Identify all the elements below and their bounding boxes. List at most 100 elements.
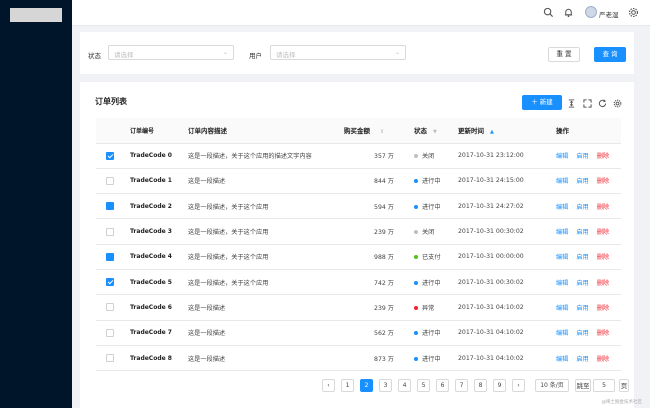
row-actions: 编辑 启用 删除 (538, 269, 621, 296)
order-time: 2017-10-31 04:10:02 (452, 294, 538, 321)
jump-label: 跳至 (575, 379, 591, 392)
status-dot (414, 230, 418, 235)
filter-icon[interactable]: ▼ (433, 129, 437, 135)
page-button-6[interactable]: 6 (436, 379, 449, 392)
enable-link[interactable]: 启用 (576, 356, 588, 363)
bell-icon[interactable] (563, 7, 574, 18)
page-button-8[interactable]: 8 (474, 379, 487, 392)
column-header-status[interactable]: 状态 ▼ (406, 118, 452, 144)
delete-link[interactable]: 删除 (597, 229, 609, 236)
delete-link[interactable]: 删除 (597, 254, 609, 261)
page-size-select[interactable]: 10 条/页 (535, 379, 569, 392)
table-body: TradeCode 0 这是一段描述，关于这个应用的描述文字内容 357 万关闭 20… (96, 143, 621, 372)
next-page-button[interactable]: › (512, 379, 525, 392)
edit-link[interactable]: 编辑 (556, 153, 568, 160)
status-text: 关闭 (422, 153, 435, 161)
delete-link[interactable]: 删除 (597, 305, 609, 312)
reset-button[interactable]: 重 置 (548, 47, 580, 62)
status-filter-label: 状态 (88, 52, 101, 60)
page-button-9[interactable]: 9 (493, 379, 506, 392)
logo[interactable] (10, 8, 62, 22)
sort-icon[interactable]: ⇕ (380, 129, 384, 135)
order-code: TradeCode 5 (130, 269, 188, 296)
row-checkbox[interactable] (106, 151, 114, 160)
query-button[interactable]: 查 询 (594, 47, 626, 62)
row-actions: 编辑 启用 删除 (538, 294, 621, 321)
page-button-4[interactable]: 4 (398, 379, 411, 392)
order-status: 异常 (406, 294, 452, 321)
table-header-row: 订单编号 订单内容描述 购买金额 ⇕ 状态 ▼ 更新时间 ▲ 操作 (96, 118, 621, 144)
order-time: 2017-10-31 00:30:02 (452, 269, 538, 296)
search-icon[interactable] (543, 7, 554, 18)
user-select[interactable]: 请选择 ⌄ (270, 45, 406, 60)
order-status: 进行中 (406, 168, 452, 195)
user-name[interactable]: 严老湿 (599, 9, 619, 19)
delete-link[interactable]: 删除 (597, 330, 609, 337)
page-button-1[interactable]: 1 (341, 379, 354, 392)
enable-link[interactable]: 启用 (576, 254, 588, 261)
user-avatar[interactable] (585, 6, 597, 18)
row-checkbox[interactable] (106, 354, 114, 363)
edit-link[interactable]: 编辑 (556, 330, 568, 337)
row-checkbox[interactable] (106, 303, 114, 312)
delete-link[interactable]: 删除 (597, 356, 609, 363)
column-settings-icon[interactable] (613, 99, 622, 108)
edit-link[interactable]: 编辑 (556, 254, 568, 261)
row-checkbox[interactable] (106, 227, 114, 236)
status-text: 关闭 (422, 229, 435, 237)
row-actions: 编辑 启用 删除 (538, 193, 621, 220)
order-code: TradeCode 7 (130, 320, 188, 346)
row-checkbox[interactable] (106, 328, 114, 337)
edit-link[interactable]: 编辑 (556, 305, 568, 312)
edit-link[interactable]: 编辑 (556, 204, 568, 211)
enable-link[interactable]: 启用 (576, 305, 588, 312)
reload-icon[interactable] (598, 99, 607, 108)
enable-link[interactable]: 启用 (576, 229, 588, 236)
status-dot (414, 204, 418, 209)
row-checkbox[interactable] (106, 252, 114, 261)
enable-link[interactable]: 启用 (576, 153, 588, 160)
enable-link[interactable]: 启用 (576, 330, 588, 337)
column-header-time[interactable]: 更新时间 ▲ (452, 118, 538, 144)
table-row: TradeCode 3 这是一段描述，关于这个应用 239 万 关闭 2017-10-3… (96, 218, 621, 245)
edit-link[interactable]: 编辑 (556, 280, 568, 287)
row-checkbox[interactable] (106, 176, 114, 185)
column-header-amount[interactable]: 购买金额 ⇕ (338, 118, 406, 144)
status-select[interactable]: 请选择 ⌄ (108, 45, 234, 60)
row-checkbox[interactable] (106, 278, 114, 287)
density-icon[interactable] (567, 99, 576, 108)
order-code: TradeCode 8 (130, 345, 188, 372)
delete-link[interactable]: 删除 (597, 178, 609, 185)
page-button-2[interactable]: 2 (360, 379, 373, 392)
fullscreen-icon[interactable] (583, 99, 592, 108)
edit-link[interactable]: 编辑 (556, 178, 568, 185)
prev-page-button[interactable]: ‹ (322, 379, 335, 392)
order-amount: 988 万 (338, 244, 406, 270)
column-header-desc: 订单内容描述 (188, 118, 338, 144)
row-select-cell (96, 143, 130, 169)
order-status: 关闭 (406, 143, 452, 169)
order-amount: 594 万 (338, 193, 406, 220)
order-amount: 239 万 (338, 218, 406, 245)
settings-icon[interactable] (628, 7, 639, 18)
order-amount: 239 万 (338, 294, 406, 321)
header-select-cell (96, 118, 130, 144)
page-button-5[interactable]: 5 (417, 379, 430, 392)
delete-link[interactable]: 删除 (597, 280, 609, 287)
page-button-3[interactable]: 3 (379, 379, 392, 392)
enable-link[interactable]: 启用 (576, 178, 588, 185)
delete-link[interactable]: 删除 (597, 153, 609, 160)
row-actions: 编辑 启用 删除 (538, 345, 621, 372)
enable-link[interactable]: 启用 (576, 204, 588, 211)
delete-link[interactable]: 删除 (597, 204, 609, 211)
new-button[interactable]: ＋ 新建 (522, 95, 562, 110)
row-checkbox[interactable] (106, 202, 114, 211)
filter-panel: 状态 请选择 ⌄ 用户 请选择 ⌄ 重 置 查 询 (80, 32, 634, 74)
edit-link[interactable]: 编辑 (556, 229, 568, 236)
sort-icon[interactable]: ▲ (490, 129, 494, 135)
enable-link[interactable]: 启用 (576, 280, 588, 287)
edit-link[interactable]: 编辑 (556, 356, 568, 363)
page-button-7[interactable]: 7 (455, 379, 468, 392)
jump-input[interactable]: 5 (593, 379, 615, 392)
order-desc: 这是一段描述，关于这个应用的描述文字内容 (188, 143, 338, 169)
